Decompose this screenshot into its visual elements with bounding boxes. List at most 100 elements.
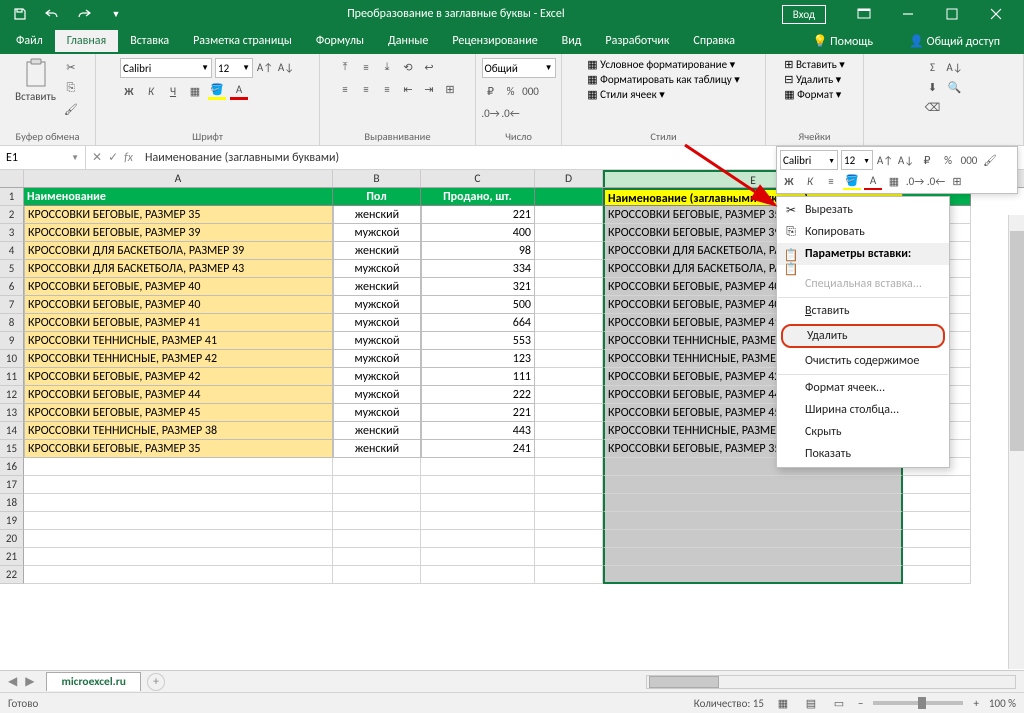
cell[interactable]: женский	[333, 242, 421, 260]
cm-cut[interactable]: ✂Вырезать	[777, 199, 949, 221]
cell[interactable]: 500	[421, 296, 535, 314]
tab-file[interactable]: Файл	[4, 30, 55, 52]
cell[interactable]	[603, 476, 903, 494]
cell[interactable]: КРОССОВКИ ТЕННИСНЫЕ, РАЗМЕР 38	[24, 422, 333, 440]
mt-format-painter-icon[interactable]: 🖌	[981, 151, 999, 169]
cell[interactable]	[903, 530, 971, 548]
zoom-slider[interactable]	[873, 701, 963, 705]
mt-dec-decimal-icon[interactable]: .0←	[927, 172, 945, 190]
cell[interactable]: женский	[333, 440, 421, 458]
mt-italic[interactable]: К	[801, 172, 819, 190]
cell[interactable]	[535, 440, 603, 458]
tab-view[interactable]: Вид	[550, 30, 594, 52]
cell[interactable]: Пол	[333, 188, 421, 206]
cell[interactable]	[535, 260, 603, 278]
mt-comma-icon[interactable]: 000	[960, 151, 978, 169]
cell[interactable]	[24, 548, 333, 566]
mt-font-name[interactable]: Calibri▼	[780, 150, 838, 170]
cell[interactable]: мужской	[333, 296, 421, 314]
italic-button[interactable]: К	[142, 82, 160, 100]
fill-icon[interactable]: ⬇	[924, 78, 942, 96]
cell[interactable]	[421, 512, 535, 530]
cell[interactable]	[535, 206, 603, 224]
cell[interactable]	[333, 548, 421, 566]
cell[interactable]: 553	[421, 332, 535, 350]
cell[interactable]	[603, 494, 903, 512]
cell[interactable]	[903, 566, 971, 584]
mt-font-color-icon[interactable]: A	[864, 172, 882, 190]
tab-insert[interactable]: Вставка	[118, 30, 181, 52]
format-painter-icon[interactable]: 🖌	[62, 100, 80, 118]
cell[interactable]	[535, 512, 603, 530]
cell[interactable]	[421, 476, 535, 494]
cell[interactable]: 221	[421, 404, 535, 422]
view-page-layout-icon[interactable]: ▤	[802, 694, 820, 712]
tab-nav-prev-icon[interactable]: ◀	[8, 674, 17, 689]
cell[interactable]: женский	[333, 422, 421, 440]
format-button[interactable]: ▦ Формат ▾	[784, 88, 841, 101]
qat-customize-icon[interactable]: ▼	[102, 3, 130, 25]
cell[interactable]: мужской	[333, 314, 421, 332]
increase-indent-icon[interactable]: ⇥	[420, 80, 438, 98]
fill-color-icon[interactable]: 🪣	[208, 82, 226, 100]
align-bottom-icon[interactable]: ⤓	[378, 58, 396, 76]
cell[interactable]: 123	[421, 350, 535, 368]
cut-icon[interactable]: ✂	[62, 58, 80, 76]
cell[interactable]: КРОССОВКИ БЕГОВЫЕ, РАЗМЕР 41	[24, 314, 333, 332]
cell[interactable]	[535, 242, 603, 260]
cell[interactable]: 98	[421, 242, 535, 260]
mt-fill-color-icon[interactable]: 🪣	[843, 172, 861, 190]
cell[interactable]	[333, 458, 421, 476]
cell[interactable]	[24, 494, 333, 512]
cell[interactable]	[333, 476, 421, 494]
cell[interactable]	[535, 494, 603, 512]
orientation-icon[interactable]: ⟲	[399, 58, 417, 76]
name-box[interactable]: E1▼	[0, 146, 86, 169]
mt-decrease-font-icon[interactable]: A↓	[897, 151, 915, 169]
cell[interactable]	[603, 566, 903, 584]
undo-icon[interactable]	[38, 3, 66, 25]
tab-review[interactable]: Рецензирование	[440, 30, 549, 52]
cell[interactable]	[333, 494, 421, 512]
cell[interactable]	[24, 476, 333, 494]
tab-developer[interactable]: Разработчик	[593, 30, 681, 52]
add-sheet-button[interactable]: +	[147, 673, 165, 691]
sort-filter-icon[interactable]: A↓	[946, 58, 964, 76]
cell[interactable]: Продано, шт.	[421, 188, 535, 206]
cell[interactable]	[535, 332, 603, 350]
cell[interactable]	[535, 404, 603, 422]
cell[interactable]	[333, 512, 421, 530]
cell[interactable]: КРОССОВКИ БЕГОВЫЕ, РАЗМЕР 39	[24, 224, 333, 242]
autosum-icon[interactable]: Σ	[924, 58, 942, 76]
cell[interactable]	[603, 548, 903, 566]
tab-formulas[interactable]: Формулы	[304, 30, 376, 52]
tab-home[interactable]: Главная	[55, 30, 118, 52]
cell[interactable]: мужской	[333, 260, 421, 278]
underline-button[interactable]: Ч	[164, 82, 182, 100]
fx-icon[interactable]: fx	[124, 151, 133, 165]
number-format-select[interactable]: Общий▼	[482, 58, 556, 78]
cell[interactable]	[535, 566, 603, 584]
cell[interactable]	[603, 530, 903, 548]
vertical-scrollbar[interactable]	[1008, 215, 1024, 669]
cm-clear[interactable]: Очистить содержимое	[777, 350, 949, 372]
cell[interactable]	[535, 296, 603, 314]
align-middle-icon[interactable]: ≡	[357, 58, 375, 76]
paste-button[interactable]: Вставить	[15, 58, 56, 103]
cell[interactable]	[24, 530, 333, 548]
mt-currency-icon[interactable]: ₽	[918, 151, 936, 169]
cell[interactable]	[421, 530, 535, 548]
align-right-icon[interactable]: ≡	[378, 80, 396, 98]
percent-icon[interactable]: %	[502, 82, 520, 100]
cell[interactable]	[535, 188, 603, 206]
cell[interactable]: КРОССОВКИ БЕГОВЫЕ, РАЗМЕР 44	[24, 386, 333, 404]
cell[interactable]: 334	[421, 260, 535, 278]
cell[interactable]	[535, 386, 603, 404]
merge-icon[interactable]: ⊞	[441, 80, 459, 98]
cell[interactable]: мужской	[333, 386, 421, 404]
ribbon-display-icon[interactable]	[842, 0, 886, 28]
cell-styles-button[interactable]: ▦ Стили ячеек ▾	[587, 88, 664, 101]
cm-insert[interactable]: Вставить	[777, 300, 949, 322]
cm-format-cells[interactable]: Формат ячеек...	[777, 377, 949, 399]
cell[interactable]	[535, 224, 603, 242]
